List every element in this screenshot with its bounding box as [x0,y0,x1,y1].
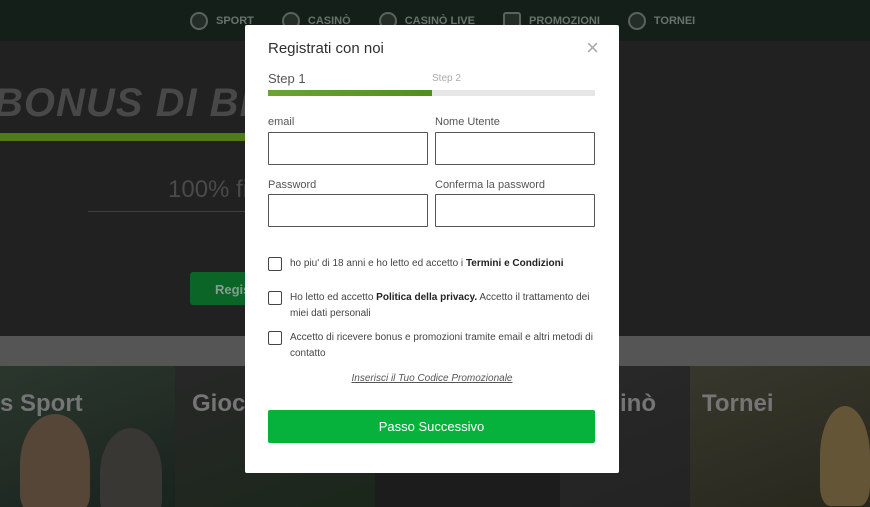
username-label: Nome Utente [435,116,500,128]
bonus-consent-row: Accetto di ricevere bonus e promozioni t… [268,330,598,362]
username-field[interactable] [435,132,595,165]
password-field[interactable] [268,194,428,227]
step-2-label: Step 2 [432,73,461,84]
modal-title: Registrati con noi [268,40,384,57]
step-1-label: Step 1 [268,71,306,86]
privacy-checkbox[interactable] [268,291,282,305]
promo-code-link[interactable]: Inserisci il Tuo Codice Promozionale [245,373,619,384]
password-label: Password [268,179,317,191]
next-step-button[interactable]: Passo Successivo [268,410,595,443]
terms-text: ho piu' di 18 anni e ho letto ed accetto… [290,256,564,272]
email-label: email [268,116,295,128]
bonus-checkbox[interactable] [268,331,282,345]
terms-checkbox[interactable] [268,257,282,271]
step-progress-bar [268,90,595,96]
confirm-password-label: Conferma la password [435,179,546,191]
privacy-text-pre: Ho letto ed accetto [290,292,377,303]
terms-consent-row: ho piu' di 18 anni e ho letto ed accetto… [268,256,598,272]
email-field[interactable] [268,132,428,165]
bonus-text: Accetto di ricevere bonus e promozioni t… [290,332,593,359]
privacy-text: Ho letto ed accetto Politica della priva… [290,290,598,322]
terms-text-pre: ho piu' di 18 anni e ho letto ed accetto… [290,258,466,269]
progress-fill [268,90,432,96]
privacy-consent-row: Ho letto ed accetto Politica della priva… [268,290,598,322]
terms-link[interactable]: Termini e Condizioni [466,258,564,269]
registration-modal: Registrati con noi × Step 1 Step 2 email… [245,25,619,473]
confirm-password-field[interactable] [435,194,595,227]
privacy-link[interactable]: Politica della privacy. [376,292,477,303]
close-icon[interactable]: × [586,37,599,59]
